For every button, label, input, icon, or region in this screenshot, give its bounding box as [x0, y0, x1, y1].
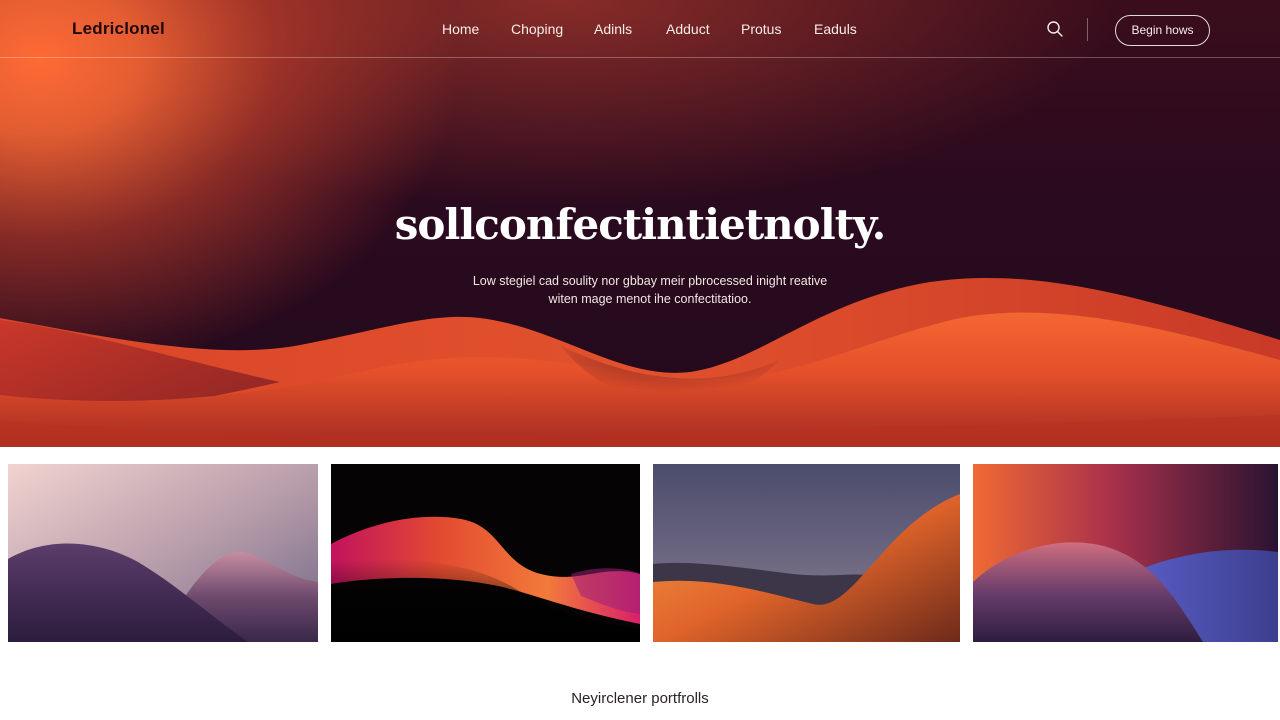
nav-link-choping[interactable]: Choping — [511, 21, 563, 37]
gallery-card-violet-sunset[interactable] — [973, 464, 1278, 642]
gallery-card-amber-dune[interactable] — [653, 464, 960, 642]
portfolio-caption: Neyirclener portfrolls — [571, 690, 709, 707]
brand-logo[interactable]: Ledriclonel — [72, 19, 165, 39]
top-navbar: Ledriclonel Home Choping Adinls Adduct P… — [0, 0, 1280, 58]
gallery-image — [331, 464, 640, 642]
nav-link-eaduls[interactable]: Eaduls — [814, 21, 857, 37]
hero-title: sollconfectintietnolty. — [394, 200, 887, 249]
begin-button[interactable]: Begin hows — [1115, 15, 1210, 46]
nav-link-home[interactable]: Home — [442, 21, 479, 37]
gallery-card-crimson-wave[interactable] — [331, 464, 640, 642]
hero-subtitle: Low stegiel cad soulity nor gbbay meir p… — [440, 272, 860, 308]
search-button[interactable] — [1046, 20, 1064, 38]
hero-subtitle-line-1: Low stegiel cad soulity nor gbbay meir p… — [472, 274, 828, 288]
gallery-image — [973, 464, 1278, 642]
gallery-card-dusk-hills[interactable] — [8, 464, 318, 642]
hero-section: Ledriclonel Home Choping Adinls Adduct P… — [0, 0, 1280, 447]
nav-divider — [1087, 18, 1088, 41]
search-icon — [1047, 21, 1063, 37]
gallery-image — [653, 464, 960, 642]
portfolio-gallery — [0, 464, 1280, 642]
nav-link-adinls[interactable]: Adinls — [594, 21, 632, 37]
gallery-image — [8, 464, 318, 642]
nav-link-adduct[interactable]: Adduct — [666, 21, 710, 37]
hero-subtitle-line-2: witen mage menot ihe confectitatioo. — [548, 292, 752, 306]
nav-link-protus[interactable]: Protus — [741, 21, 781, 37]
